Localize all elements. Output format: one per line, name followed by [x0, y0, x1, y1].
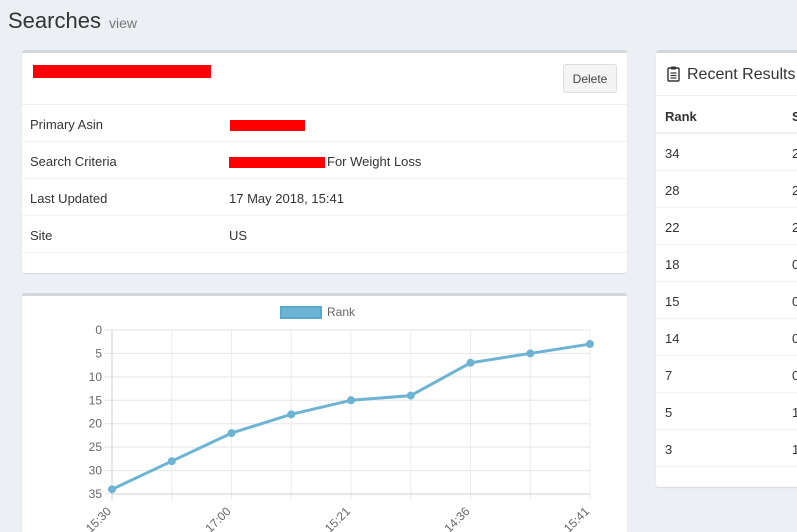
- rank-cell: 28: [665, 183, 680, 198]
- rank-cell: 14: [665, 331, 680, 346]
- page-title: Searches: [8, 8, 101, 33]
- y-tick-label: 5: [95, 346, 102, 360]
- rank-data-point[interactable]: [167, 457, 176, 466]
- info-row-primary-asin: Primary Asin B: [22, 105, 627, 142]
- rank-cell: 18: [665, 257, 680, 272]
- rank-cell: 3: [665, 442, 673, 457]
- value-cell: 1: [792, 442, 797, 457]
- rank-data-point[interactable]: [108, 485, 116, 494]
- rank-data-point[interactable]: [526, 349, 535, 358]
- info-row-search-criteria: Search Criteria For Weight Loss: [22, 142, 627, 179]
- column-header-second: S: [792, 109, 797, 124]
- recent-results-panel: Recent Results Rank S 34 2 28 2 22 2 18 0 15 0 14 0…: [656, 50, 797, 487]
- recent-results-header: Recent Results: [656, 53, 797, 96]
- redacted-asin: [229, 120, 305, 132]
- rank-data-point[interactable]: [466, 358, 475, 367]
- redacted-criteria: [229, 157, 325, 169]
- info-value: US: [229, 228, 248, 243]
- page-subtitle: view: [108, 15, 137, 31]
- info-label: Search Criteria: [30, 154, 117, 169]
- x-tick-label: Apr, 15:30: [66, 504, 115, 532]
- rank-cell: 15: [665, 294, 680, 309]
- info-row-site: Site US: [22, 216, 627, 253]
- rank-data-point[interactable]: [227, 429, 236, 438]
- table-row: 14 0: [656, 319, 797, 356]
- clipboard-icon: [667, 66, 680, 82]
- delete-button[interactable]: Delete: [563, 64, 617, 93]
- table-row: 51: [656, 393, 797, 430]
- info-label: Primary Asin: [30, 117, 103, 132]
- page-header: Searches view: [8, 8, 137, 38]
- value-cell: 2: [792, 220, 797, 235]
- rank-cell: 5: [665, 405, 673, 420]
- table-row: 22 2: [656, 208, 797, 245]
- y-tick-label: 30: [89, 464, 103, 478]
- search-details-panel: Delete Primary Asin B Search Criteria Fo…: [22, 50, 627, 273]
- column-header-rank: Rank: [665, 109, 697, 124]
- y-tick-label: 20: [89, 417, 103, 431]
- table-row: 70: [656, 356, 797, 393]
- redacted-search-title: [33, 65, 211, 78]
- value-cell: 0: [792, 368, 797, 383]
- info-value: For Weight Loss: [229, 154, 421, 169]
- rank-data-point[interactable]: [347, 396, 355, 405]
- rank-chart-panel: Rank 0 5 10 15 20 25 30 35 Apr, 15:30 Apr, 17:00 M…: [22, 293, 627, 532]
- table-row: 15 0: [656, 282, 797, 319]
- info-value: B: [229, 117, 305, 132]
- y-tick-label: 35: [89, 487, 103, 501]
- y-tick-label: 10: [89, 370, 103, 384]
- info-row-last-updated: Last Updated 17 May 2018, 15:41: [22, 179, 627, 216]
- x-tick-label: May, 14:36: [421, 504, 472, 532]
- table-row: 28 2: [656, 171, 797, 208]
- table-row: 34 2: [656, 134, 797, 171]
- value-cell: 2: [792, 146, 797, 161]
- table-row: 18 0: [656, 245, 797, 282]
- y-tick-label: 0: [95, 323, 102, 337]
- results-table-body: 34 2 28 2 22 2 18 0 15 0 14 0 7 0 5 1 3 1: [656, 134, 797, 467]
- rank-line-chart: 0 5 10 15 20 25 30 35 Apr, 15:30 Apr, 17:00 May, 1…: [66, 323, 594, 532]
- rank-cell: 22: [665, 220, 680, 235]
- search-details-header: Delete: [22, 53, 627, 105]
- rank-data-point[interactable]: [586, 340, 594, 349]
- value-cell: 0: [792, 331, 797, 346]
- x-tick-label: May, 15:41: [541, 504, 592, 532]
- table-row: 31: [656, 430, 797, 467]
- y-tick-label: 15: [89, 393, 103, 407]
- x-tick-label: Apr, 17:00: [185, 504, 234, 532]
- info-value: 17 May 2018, 15:41: [229, 191, 344, 206]
- x-tick-label: May, 15:21: [302, 504, 353, 532]
- info-label: Last Updated: [30, 191, 108, 206]
- rank-data-point[interactable]: [406, 391, 415, 400]
- results-table-header: Rank S: [656, 96, 797, 134]
- rank-data-point[interactable]: [287, 410, 296, 419]
- info-label: Site: [30, 228, 53, 243]
- value-cell: 0: [792, 294, 797, 309]
- value-cell: 1: [792, 405, 797, 420]
- value-cell: 2: [792, 183, 797, 198]
- y-tick-label: 25: [89, 440, 103, 454]
- rank-cell: 34: [665, 146, 680, 161]
- recent-results-title: Recent Results: [687, 66, 796, 83]
- rank-cell: 7: [665, 368, 673, 383]
- value-cell: 0: [792, 257, 797, 272]
